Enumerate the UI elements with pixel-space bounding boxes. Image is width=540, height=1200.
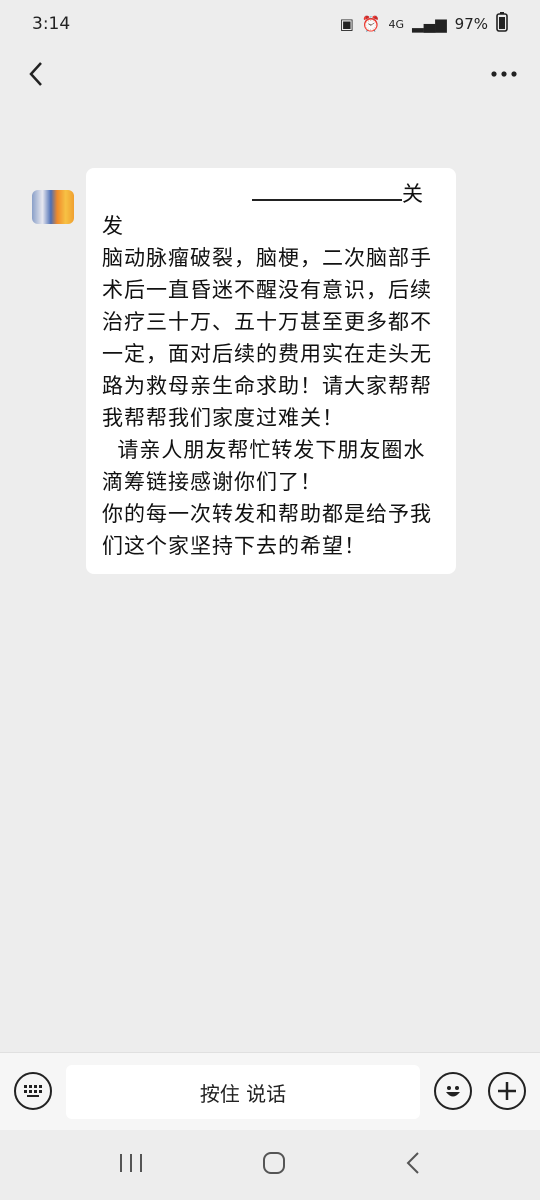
home-button[interactable] (261, 1150, 287, 1180)
keyboard-icon (24, 1085, 42, 1097)
screenshot-icon: ▣ (339, 15, 354, 33)
status-icons: ▣ ⏰ 4G ▂▄▆ 97% (340, 12, 508, 36)
back-button[interactable] (16, 54, 56, 94)
home-icon (262, 1152, 285, 1174)
emoji-button[interactable] (434, 1072, 472, 1110)
message-bubble[interactable]: 关发 脑动脉瘤破裂，脑梗，二次脑部手术后一直昏迷不醒没有意识，后续治疗三十万、五… (86, 168, 456, 574)
message-first-line: 关发 (102, 178, 442, 242)
chat-title (220, 112, 320, 142)
system-back-button[interactable] (404, 1150, 422, 1180)
message-text: 脑动脉瘤破裂，脑梗，二次脑部手术后一直昏迷不醒没有意识，后续治疗三十万、五十万甚… (102, 246, 432, 558)
back-arrow-icon (29, 62, 42, 86)
chat-header (0, 48, 540, 100)
recent-apps-icon (120, 1154, 143, 1172)
network-type: 4G (388, 17, 405, 31)
more-options-button[interactable] (484, 54, 524, 94)
sender-avatar[interactable] (32, 190, 74, 224)
status-bar: 3:14 ▣ ⏰ 4G ▂▄▆ 97% (0, 0, 540, 48)
keyboard-toggle-button[interactable] (14, 1072, 52, 1110)
battery-icon (496, 12, 508, 36)
alarm-icon: ⏰ (361, 15, 381, 33)
emoji-icon (446, 1086, 460, 1097)
more-functions-button[interactable] (488, 1072, 526, 1110)
redacted-text (252, 189, 402, 201)
hold-to-talk-button[interactable]: 按住 说话 (66, 1065, 420, 1119)
system-navigation-bar (0, 1130, 540, 1200)
input-bar: 按住 说话 (0, 1052, 540, 1130)
recent-apps-button[interactable] (118, 1152, 144, 1178)
battery-level: 97% (454, 15, 488, 33)
plus-icon (498, 1082, 516, 1100)
more-dots-icon (491, 71, 517, 77)
status-time: 3:14 (32, 14, 71, 34)
signal-icon: ▂▄▆ (412, 15, 447, 33)
system-back-icon (406, 1152, 419, 1174)
